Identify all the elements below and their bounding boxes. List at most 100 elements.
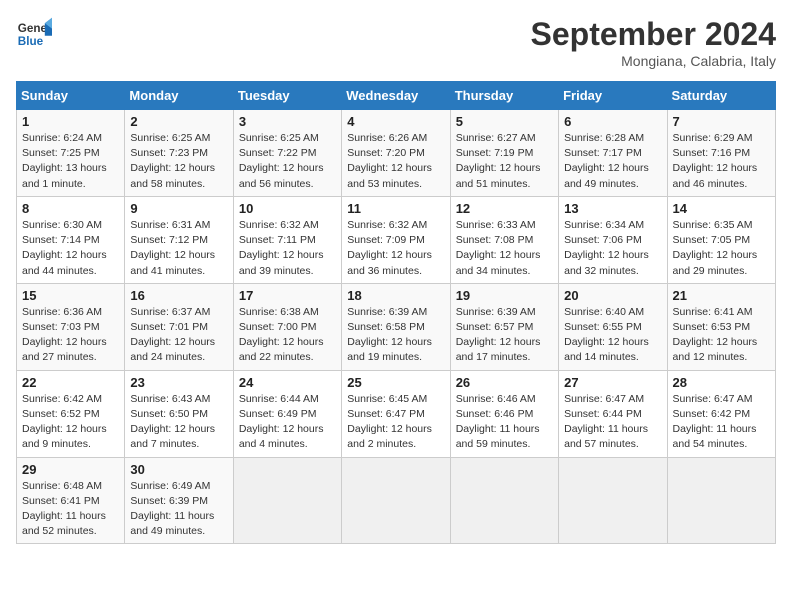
calendar-header-cell: Wednesday bbox=[342, 82, 450, 110]
calendar-cell: 18 Sunrise: 6:39 AMSunset: 6:58 PMDayligh… bbox=[342, 283, 450, 370]
calendar-cell bbox=[450, 457, 558, 544]
calendar-cell: 22Sunrise: 6:42 AMSunset: 6:52 PMDayligh… bbox=[17, 370, 125, 457]
calendar-week-row: 15 Sunrise: 6:36 AMSunset: 7:03 PMDayligh… bbox=[17, 283, 776, 370]
calendar-header-cell: Monday bbox=[125, 82, 233, 110]
calendar-week-row: 1Sunrise: 6:24 AMSunset: 7:25 PMDaylight… bbox=[17, 110, 776, 197]
day-info: Sunrise: 6:25 AMSunset: 7:23 PMDaylight:… bbox=[130, 131, 227, 192]
day-info: Sunrise: 6:38 AMSunset: 7:00 PMDaylight:… bbox=[239, 305, 336, 366]
day-info: Sunrise: 6:45 AMSunset: 6:47 PMDaylight:… bbox=[347, 392, 444, 453]
calendar-cell: 21 Sunrise: 6:41 AMSunset: 6:53 PMDayligh… bbox=[667, 283, 775, 370]
calendar-cell: 25 Sunrise: 6:45 AMSunset: 6:47 PMDayligh… bbox=[342, 370, 450, 457]
calendar-body: 1Sunrise: 6:24 AMSunset: 7:25 PMDaylight… bbox=[17, 110, 776, 544]
day-number: 13 bbox=[564, 201, 661, 216]
day-info: Sunrise: 6:48 AMSunset: 6:41 PMDaylight:… bbox=[22, 479, 119, 540]
calendar-cell: 10 Sunrise: 6:32 AMSunset: 7:11 PMDayligh… bbox=[233, 196, 341, 283]
day-info: Sunrise: 6:25 AMSunset: 7:22 PMDaylight:… bbox=[239, 131, 336, 192]
logo-icon: General Blue bbox=[16, 16, 52, 52]
day-number: 23 bbox=[130, 375, 227, 390]
day-info: Sunrise: 6:26 AMSunset: 7:20 PMDaylight:… bbox=[347, 131, 444, 192]
page-header: General Blue September 2024 Mongiana, Ca… bbox=[16, 16, 776, 69]
day-number: 29 bbox=[22, 462, 119, 477]
calendar-header-cell: Sunday bbox=[17, 82, 125, 110]
day-number: 9 bbox=[130, 201, 227, 216]
day-info: Sunrise: 6:37 AMSunset: 7:01 PMDaylight:… bbox=[130, 305, 227, 366]
day-info: Sunrise: 6:32 AMSunset: 7:09 PMDaylight:… bbox=[347, 218, 444, 279]
day-number: 7 bbox=[673, 114, 770, 129]
logo: General Blue bbox=[16, 16, 52, 52]
day-number: 11 bbox=[347, 201, 444, 216]
svg-text:Blue: Blue bbox=[18, 35, 44, 48]
day-info: Sunrise: 6:49 AMSunset: 6:39 PMDaylight:… bbox=[130, 479, 227, 540]
calendar-cell: 7 Sunrise: 6:29 AMSunset: 7:16 PMDaylight… bbox=[667, 110, 775, 197]
day-info: Sunrise: 6:46 AMSunset: 6:46 PMDaylight:… bbox=[456, 392, 553, 453]
calendar-header-row: SundayMondayTuesdayWednesdayThursdayFrid… bbox=[17, 82, 776, 110]
calendar-cell: 16 Sunrise: 6:37 AMSunset: 7:01 PMDayligh… bbox=[125, 283, 233, 370]
day-info: Sunrise: 6:41 AMSunset: 6:53 PMDaylight:… bbox=[673, 305, 770, 366]
calendar-week-row: 22Sunrise: 6:42 AMSunset: 6:52 PMDayligh… bbox=[17, 370, 776, 457]
day-number: 14 bbox=[673, 201, 770, 216]
calendar-cell bbox=[559, 457, 667, 544]
day-number: 21 bbox=[673, 288, 770, 303]
day-info: Sunrise: 6:47 AMSunset: 6:44 PMDaylight:… bbox=[564, 392, 661, 453]
day-info: Sunrise: 6:43 AMSunset: 6:50 PMDaylight:… bbox=[130, 392, 227, 453]
calendar-cell: 1Sunrise: 6:24 AMSunset: 7:25 PMDaylight… bbox=[17, 110, 125, 197]
day-number: 17 bbox=[239, 288, 336, 303]
day-number: 16 bbox=[130, 288, 227, 303]
day-number: 26 bbox=[456, 375, 553, 390]
calendar-cell: 11 Sunrise: 6:32 AMSunset: 7:09 PMDayligh… bbox=[342, 196, 450, 283]
calendar-cell: 14Sunrise: 6:35 AMSunset: 7:05 PMDayligh… bbox=[667, 196, 775, 283]
day-info: Sunrise: 6:29 AMSunset: 7:16 PMDaylight:… bbox=[673, 131, 770, 192]
day-number: 2 bbox=[130, 114, 227, 129]
day-info: Sunrise: 6:30 AMSunset: 7:14 PMDaylight:… bbox=[22, 218, 119, 279]
calendar-cell: 20 Sunrise: 6:40 AMSunset: 6:55 PMDayligh… bbox=[559, 283, 667, 370]
day-info: Sunrise: 6:32 AMSunset: 7:11 PMDaylight:… bbox=[239, 218, 336, 279]
day-info: Sunrise: 6:34 AMSunset: 7:06 PMDaylight:… bbox=[564, 218, 661, 279]
day-info: Sunrise: 6:36 AMSunset: 7:03 PMDaylight:… bbox=[22, 305, 119, 366]
day-info: Sunrise: 6:39 AMSunset: 6:58 PMDaylight:… bbox=[347, 305, 444, 366]
calendar-cell: 13 Sunrise: 6:34 AMSunset: 7:06 PMDayligh… bbox=[559, 196, 667, 283]
day-info: Sunrise: 6:27 AMSunset: 7:19 PMDaylight:… bbox=[456, 131, 553, 192]
calendar-cell: 15 Sunrise: 6:36 AMSunset: 7:03 PMDayligh… bbox=[17, 283, 125, 370]
day-number: 5 bbox=[456, 114, 553, 129]
calendar-cell: 8Sunrise: 6:30 AMSunset: 7:14 PMDaylight… bbox=[17, 196, 125, 283]
day-number: 30 bbox=[130, 462, 227, 477]
location-subtitle: Mongiana, Calabria, Italy bbox=[531, 53, 776, 69]
day-number: 27 bbox=[564, 375, 661, 390]
calendar-week-row: 29 Sunrise: 6:48 AMSunset: 6:41 PMDayligh… bbox=[17, 457, 776, 544]
calendar-cell bbox=[233, 457, 341, 544]
day-info: Sunrise: 6:42 AMSunset: 6:52 PMDaylight:… bbox=[22, 392, 119, 453]
title-block: September 2024 Mongiana, Calabria, Italy bbox=[531, 16, 776, 69]
day-number: 15 bbox=[22, 288, 119, 303]
day-number: 6 bbox=[564, 114, 661, 129]
calendar-table: SundayMondayTuesdayWednesdayThursdayFrid… bbox=[16, 81, 776, 544]
day-info: Sunrise: 6:40 AMSunset: 6:55 PMDaylight:… bbox=[564, 305, 661, 366]
calendar-cell bbox=[667, 457, 775, 544]
calendar-cell: 2 Sunrise: 6:25 AMSunset: 7:23 PMDaylight… bbox=[125, 110, 233, 197]
day-number: 12 bbox=[456, 201, 553, 216]
calendar-cell: 6Sunrise: 6:28 AMSunset: 7:17 PMDaylight… bbox=[559, 110, 667, 197]
calendar-cell: 24 Sunrise: 6:44 AMSunset: 6:49 PMDayligh… bbox=[233, 370, 341, 457]
calendar-cell: 5 Sunrise: 6:27 AMSunset: 7:19 PMDaylight… bbox=[450, 110, 558, 197]
month-title: September 2024 bbox=[531, 16, 776, 53]
calendar-header-cell: Friday bbox=[559, 82, 667, 110]
day-number: 25 bbox=[347, 375, 444, 390]
calendar-cell: 30 Sunrise: 6:49 AMSunset: 6:39 PMDayligh… bbox=[125, 457, 233, 544]
calendar-cell: 29 Sunrise: 6:48 AMSunset: 6:41 PMDayligh… bbox=[17, 457, 125, 544]
calendar-cell: 3 Sunrise: 6:25 AMSunset: 7:22 PMDaylight… bbox=[233, 110, 341, 197]
calendar-cell: 28Sunrise: 6:47 AMSunset: 6:42 PMDayligh… bbox=[667, 370, 775, 457]
day-number: 24 bbox=[239, 375, 336, 390]
day-number: 20 bbox=[564, 288, 661, 303]
day-number: 3 bbox=[239, 114, 336, 129]
day-number: 28 bbox=[673, 375, 770, 390]
calendar-header-cell: Tuesday bbox=[233, 82, 341, 110]
day-info: Sunrise: 6:44 AMSunset: 6:49 PMDaylight:… bbox=[239, 392, 336, 453]
day-number: 19 bbox=[456, 288, 553, 303]
day-number: 10 bbox=[239, 201, 336, 216]
calendar-cell: 23 Sunrise: 6:43 AMSunset: 6:50 PMDayligh… bbox=[125, 370, 233, 457]
calendar-cell: 27 Sunrise: 6:47 AMSunset: 6:44 PMDayligh… bbox=[559, 370, 667, 457]
day-number: 18 bbox=[347, 288, 444, 303]
calendar-header-cell: Saturday bbox=[667, 82, 775, 110]
calendar-cell: 26 Sunrise: 6:46 AMSunset: 6:46 PMDayligh… bbox=[450, 370, 558, 457]
calendar-week-row: 8Sunrise: 6:30 AMSunset: 7:14 PMDaylight… bbox=[17, 196, 776, 283]
calendar-cell: 12Sunrise: 6:33 AMSunset: 7:08 PMDayligh… bbox=[450, 196, 558, 283]
